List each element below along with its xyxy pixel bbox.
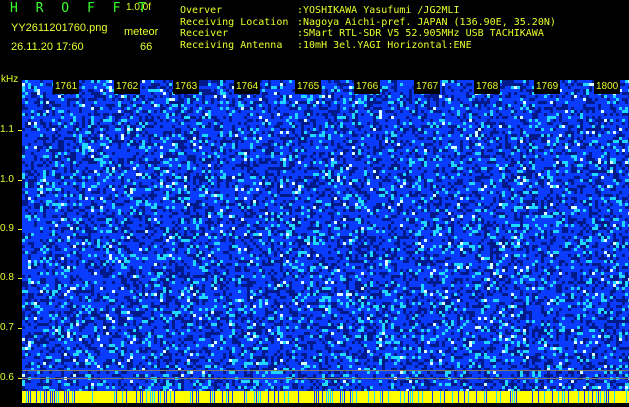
info-row-receiver: Receiver :SMart RTL-SDR V5 52.905MHz USB …	[180, 28, 556, 40]
meteor-count: 66	[140, 41, 153, 53]
minute-mark: 1764	[234, 80, 261, 94]
info-key: Receiving Location	[180, 16, 289, 28]
info-row-location: Receiving Location :Nagoya Aichi-pref. JA…	[180, 17, 556, 29]
minute-mark: 1800	[594, 80, 621, 94]
minute-mark: 1762	[114, 80, 141, 94]
info-row-observer: Overver :YOSHIKAWA Yasufumi /JG2MLI	[180, 5, 556, 17]
spectrogram	[22, 80, 629, 392]
mode-label: meteor	[124, 26, 159, 38]
info-key: Receiving Antenna	[180, 39, 283, 51]
reference-line	[22, 370, 629, 371]
y-tick-label: 0.9	[0, 223, 14, 234]
spectrogram-noise	[22, 80, 629, 392]
signal-strip	[22, 388, 629, 403]
y-tick-label: 1.0	[0, 174, 14, 185]
minute-mark: 1767	[414, 80, 441, 94]
minute-mark: 1768	[474, 80, 501, 94]
info-value: :SMart RTL-SDR V5 52.905MHz USB TACHIKAW…	[297, 28, 544, 39]
minute-mark: 1763	[173, 80, 200, 94]
info-row-antenna: Receiving Antenna :10mH 3el.YAGI Horizont…	[180, 40, 556, 52]
info-key: Overver	[180, 5, 223, 16]
minute-mark: 1765	[295, 80, 322, 94]
y-axis: 1.1 1.0 0.9 0.8 0.7 0.6	[0, 80, 22, 400]
y-tick-label: 0.8	[0, 272, 14, 283]
info-value: :YOSHIKAWA Yasufumi /JG2MLI	[297, 5, 460, 16]
y-tick-label: 0.7	[0, 322, 14, 333]
info-value: :10mH 3el.YAGI Horizontal:ENE	[297, 39, 472, 51]
filename-label: YY2611201760.png	[11, 22, 108, 34]
y-tick-label: 0.6	[0, 372, 14, 383]
minute-mark: 1766	[354, 80, 381, 94]
minute-mark: 1761	[53, 80, 80, 94]
y-tick-label: 1.1	[0, 124, 14, 135]
minute-mark: 1769	[534, 80, 561, 94]
info-key: Receiver	[180, 28, 229, 39]
info-value: :Nagoya Aichi-pref. JAPAN (136.90E, 35.2…	[297, 16, 556, 28]
version-label: 1.0.0f	[126, 2, 152, 13]
signal-strip-bars	[22, 391, 629, 403]
reference-line	[22, 378, 629, 379]
datetime-label: 26.11.20 17:60	[11, 41, 84, 53]
station-info: Overver :YOSHIKAWA Yasufumi /JG2MLI Recei…	[180, 5, 556, 51]
header-panel: H R O F F T 1.0.0f YY2611201760.png mete…	[0, 0, 629, 80]
